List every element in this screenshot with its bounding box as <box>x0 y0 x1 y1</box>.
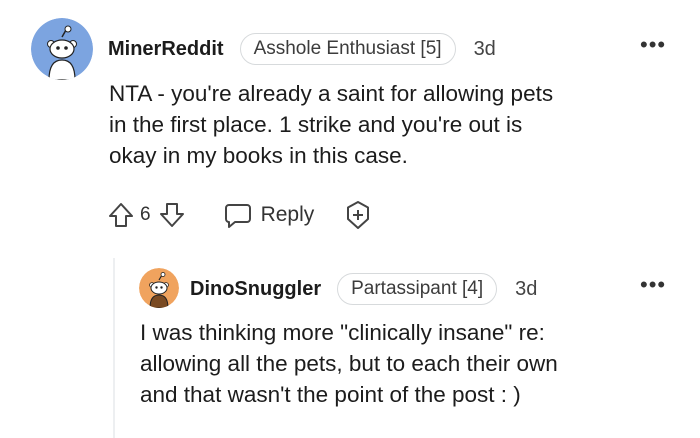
upvote-icon[interactable] <box>106 200 136 230</box>
vote-count: 6 <box>140 204 151 225</box>
comment-text-line: NTA - you're already a saint for allowin… <box>109 81 554 106</box>
comment-age: 3d <box>515 277 538 300</box>
more-options-icon[interactable]: ••• <box>640 274 666 296</box>
comment-text-line: allowing all the pets, but to each their… <box>140 351 558 376</box>
reply-label: Reply <box>260 203 315 226</box>
avatar[interactable] <box>31 18 93 80</box>
avatar[interactable] <box>139 268 179 308</box>
user-flair: Asshole Enthusiast [5] <box>239 33 456 65</box>
comment-body: NTA - you're already a saint for allowin… <box>109 78 553 171</box>
comment-actions: 6 Reply <box>106 198 374 232</box>
comment-header: DinoSnuggler Partassipant [4] 3d <box>190 272 537 306</box>
comment-header: MinerReddit Asshole Enthusiast [5] 3d <box>108 32 496 66</box>
comment-icon <box>223 200 253 230</box>
comment-text-line: I was thinking more "clinically insane" … <box>140 320 545 345</box>
thread-line[interactable] <box>113 258 115 438</box>
comment-age: 3d <box>473 37 496 60</box>
comment-text-line: and that wasn't the point of the post : … <box>140 382 521 407</box>
comment-body: I was thinking more "clinically insane" … <box>140 317 558 410</box>
comment-text-line: okay in my books in this case. <box>109 143 408 168</box>
user-flair: Partassipant [4] <box>337 273 498 305</box>
award-icon[interactable] <box>342 199 374 231</box>
reply-button[interactable]: Reply <box>223 200 315 230</box>
downvote-icon[interactable] <box>157 200 187 230</box>
more-options-icon[interactable]: ••• <box>640 34 666 56</box>
comment-text-line: in the first place. 1 strike and you're … <box>109 112 523 137</box>
username[interactable]: DinoSnuggler <box>190 278 321 301</box>
username[interactable]: MinerReddit <box>108 38 224 61</box>
